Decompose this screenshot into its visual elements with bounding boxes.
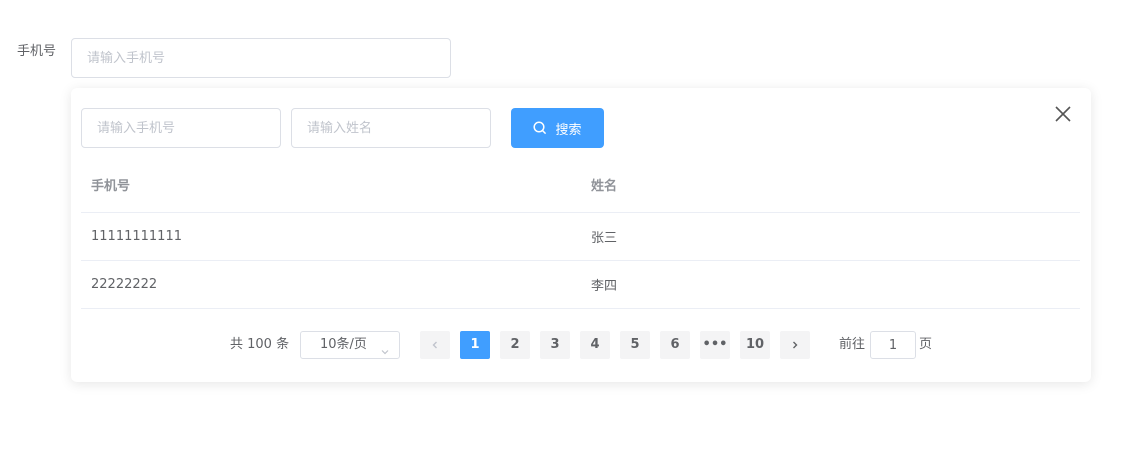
search-icon xyxy=(533,121,547,135)
chevron-left-icon xyxy=(430,339,440,354)
chevron-right-icon xyxy=(790,339,800,354)
chevron-down-icon xyxy=(380,341,390,367)
column-header-name: 姓名 xyxy=(591,178,618,194)
phone-input[interactable] xyxy=(71,38,451,78)
selector-popover: 搜索 手机号 姓名 11111111111 张三 22222222 李四 共 1… xyxy=(71,88,1091,382)
phone-label: 手机号 xyxy=(17,44,57,59)
table-header: 手机号 姓名 xyxy=(81,156,1080,213)
search-phone-input[interactable] xyxy=(81,108,281,148)
page-button-3[interactable]: 3 xyxy=(540,331,570,359)
page-button-1[interactable]: 1 xyxy=(460,331,490,359)
prev-page-button[interactable] xyxy=(420,331,450,359)
table-row[interactable]: 11111111111 张三 xyxy=(81,213,1080,261)
result-table: 手机号 姓名 11111111111 张三 22222222 李四 xyxy=(81,156,1080,309)
cell-name: 张三 xyxy=(591,231,618,246)
page-button-6[interactable]: 6 xyxy=(660,331,690,359)
page-ellipsis-button[interactable]: ••• xyxy=(700,331,730,359)
goto-page-input[interactable] xyxy=(870,331,916,359)
page-button-2[interactable]: 2 xyxy=(500,331,530,359)
cell-name: 李四 xyxy=(591,279,618,294)
search-button[interactable]: 搜索 xyxy=(511,108,604,148)
page-button-10[interactable]: 10 xyxy=(740,331,770,359)
page-size-select[interactable]: 10条/页 xyxy=(300,331,400,359)
next-page-button[interactable] xyxy=(780,331,810,359)
page-button-5[interactable]: 5 xyxy=(620,331,650,359)
table-row[interactable]: 22222222 李四 xyxy=(81,261,1080,309)
search-name-input[interactable] xyxy=(291,108,491,148)
pagination: 共 100 条 10条/页 1 2 3 4 5 6 ••• 10 前往 页 xyxy=(71,331,1091,359)
cell-phone: 22222222 xyxy=(91,277,158,292)
page-size-value: 10条/页 xyxy=(320,337,367,352)
search-button-label: 搜索 xyxy=(555,122,582,138)
cell-phone: 11111111111 xyxy=(91,229,182,244)
page-button-4[interactable]: 4 xyxy=(580,331,610,359)
total-count: 共 100 条 xyxy=(230,337,290,352)
goto-suffix: 页 xyxy=(919,337,933,352)
column-header-phone: 手机号 xyxy=(91,178,131,194)
close-icon[interactable] xyxy=(1053,104,1073,124)
goto-prefix: 前往 xyxy=(839,337,866,352)
